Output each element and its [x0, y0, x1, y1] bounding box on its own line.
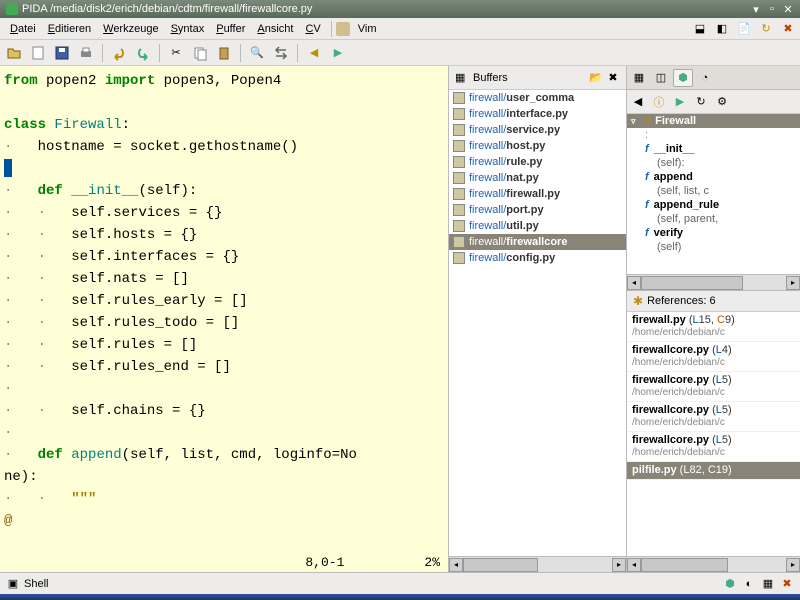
- print-button[interactable]: [76, 43, 96, 63]
- maximize-icon[interactable]: ▫: [766, 3, 778, 15]
- close-icon[interactable]: ✕: [782, 3, 794, 15]
- references-icon: ✱: [633, 294, 643, 308]
- next-button[interactable]: ▶: [328, 43, 348, 63]
- reference-item[interactable]: firewallcore.py (L4)/home/erich/debian/c: [627, 342, 800, 372]
- paste-button[interactable]: [214, 43, 234, 63]
- app-icon: [6, 3, 18, 15]
- outline-scrollbar[interactable]: ◂▸: [627, 274, 800, 290]
- outline-item[interactable]: fappend_rule: [627, 198, 800, 212]
- menu-editieren[interactable]: Editieren: [42, 21, 97, 37]
- outline-config-icon[interactable]: ⚙: [713, 93, 731, 111]
- buffer-item[interactable]: firewall/service.py: [449, 122, 626, 138]
- buffer-item[interactable]: firewall/port.py: [449, 202, 626, 218]
- tab-2[interactable]: ◫: [651, 69, 671, 87]
- window-title: PIDA /media/disk2/erich/debian/cdtm/fire…: [22, 3, 312, 15]
- cut-button[interactable]: ✂: [166, 43, 186, 63]
- menu-datei[interactable]: Datei: [4, 21, 42, 37]
- vim-menu[interactable]: Vim: [352, 21, 383, 37]
- tool-b-icon[interactable]: ◧: [714, 21, 730, 37]
- outline-info-icon[interactable]: ⓘ: [650, 93, 668, 111]
- buffer-item[interactable]: firewall/firewallcore: [449, 234, 626, 250]
- buffers-scrollbar[interactable]: ◂▸: [449, 556, 626, 572]
- tab-outline[interactable]: ⬢: [673, 69, 693, 87]
- reference-item[interactable]: firewallcore.py (L5)/home/erich/debian/c: [627, 432, 800, 462]
- shell-action-3-icon[interactable]: ▦: [761, 577, 775, 591]
- outline-item[interactable]: fappend: [627, 170, 800, 184]
- reference-item[interactable]: firewall.py (L15, C9)/home/erich/debian/…: [627, 312, 800, 342]
- menu-syntax[interactable]: Syntax: [165, 21, 211, 37]
- new-button[interactable]: [28, 43, 48, 63]
- shell-icon: ▣: [6, 577, 20, 591]
- shell-bar: ▣ Shell ⬢ ◐ ▦ ✖: [0, 572, 800, 594]
- editor-status: 8,0-1 2%: [0, 553, 448, 572]
- menu-puffer[interactable]: Puffer: [210, 21, 251, 37]
- main-toolbar: ✂ 🔍 ◀ ▶: [0, 40, 800, 66]
- redo-button[interactable]: [133, 43, 153, 63]
- titlebar: PIDA /media/disk2/erich/debian/cdtm/fire…: [0, 0, 800, 18]
- buffers-pane: ▦ Buffers 📂 ✖ firewall/user_commafirewal…: [448, 66, 626, 572]
- buffer-item[interactable]: firewall/interface.py: [449, 106, 626, 122]
- minimize-icon[interactable]: ▾: [750, 3, 762, 15]
- tool-a-icon[interactable]: ⬓: [692, 21, 708, 37]
- buffer-item[interactable]: firewall/host.py: [449, 138, 626, 154]
- menubar: DateiEditierenWerkzeugeSyntaxPufferAnsic…: [0, 18, 800, 40]
- right-tabs: ▦ ◫ ⬢ ◔: [627, 66, 800, 90]
- outline-refresh-icon[interactable]: ↻: [692, 93, 710, 111]
- shell-title: Shell: [24, 578, 48, 590]
- outline-tree[interactable]: ▿cFirewall:f__init__(self):fappend(self,…: [627, 114, 800, 274]
- tab-4[interactable]: ◔: [695, 69, 715, 87]
- prev-button[interactable]: ◀: [304, 43, 324, 63]
- references-list: firewall.py (L15, C9)/home/erich/debian/…: [627, 312, 800, 556]
- outline-back-icon[interactable]: ◀: [629, 93, 647, 111]
- buffer-item[interactable]: firewall/nat.py: [449, 170, 626, 186]
- buffers-title: Buffers: [473, 72, 508, 84]
- buffer-item[interactable]: firewall/firewall.py: [449, 186, 626, 202]
- buffers-close-icon[interactable]: ✖: [606, 71, 620, 85]
- buffer-item[interactable]: firewall/util.py: [449, 218, 626, 234]
- save-button[interactable]: [52, 43, 72, 63]
- buffer-item[interactable]: firewall/rule.py: [449, 154, 626, 170]
- editor[interactable]: from popen2 import popen3, Popen4 class …: [0, 66, 448, 572]
- outline-item[interactable]: f__init__: [627, 142, 800, 156]
- outline-go-icon[interactable]: ▶: [671, 93, 689, 111]
- reference-item[interactable]: firewallcore.py (L5)/home/erich/debian/c: [627, 372, 800, 402]
- tab-1[interactable]: ▦: [629, 69, 649, 87]
- menu-werkzeuge[interactable]: Werkzeuge: [97, 21, 164, 37]
- find-button[interactable]: 🔍: [247, 43, 267, 63]
- menu-ansicht[interactable]: Ansicht: [251, 21, 299, 37]
- bottom-strip: [0, 594, 800, 600]
- copy-button[interactable]: [190, 43, 210, 63]
- buffer-item[interactable]: firewall/user_comma: [449, 90, 626, 106]
- outline-item[interactable]: fverify: [627, 226, 800, 240]
- buffer-list: firewall/user_commafirewall/interface.py…: [449, 90, 626, 556]
- references-header: ✱ References: 6: [627, 290, 800, 312]
- vim-icon: [336, 22, 350, 36]
- shell-action-1-icon[interactable]: ⬢: [723, 577, 737, 591]
- open-button[interactable]: [4, 43, 24, 63]
- shell-action-2-icon[interactable]: ◐: [742, 577, 756, 591]
- buffer-item[interactable]: firewall/config.py: [449, 250, 626, 266]
- tool-c-icon[interactable]: 📄: [736, 21, 752, 37]
- tool-close-icon[interactable]: ✖: [780, 21, 796, 37]
- reference-item[interactable]: pilfile.py (L82, C19): [627, 462, 800, 480]
- buffers-open-icon[interactable]: 📂: [589, 71, 603, 85]
- references-scrollbar[interactable]: ◂▸: [627, 556, 800, 572]
- replace-button[interactable]: [271, 43, 291, 63]
- tool-refresh-icon[interactable]: ↻: [758, 21, 774, 37]
- reference-item[interactable]: firewallcore.py (L5)/home/erich/debian/c: [627, 402, 800, 432]
- right-pane: ▦ ◫ ⬢ ◔ ◀ ⓘ ▶ ↻ ⚙ ▿cFirewall:f__init__(s…: [626, 66, 800, 572]
- menu-cv[interactable]: CV: [299, 21, 326, 37]
- buffers-icon: ▦: [455, 71, 469, 85]
- undo-button[interactable]: [109, 43, 129, 63]
- shell-close-icon[interactable]: ✖: [780, 577, 794, 591]
